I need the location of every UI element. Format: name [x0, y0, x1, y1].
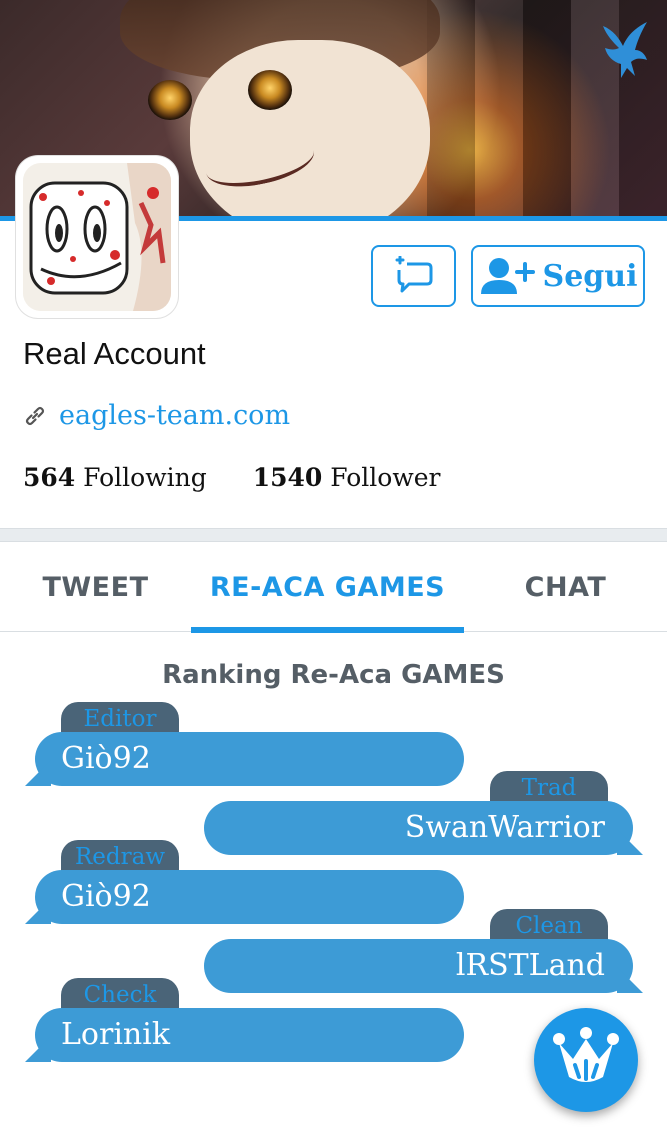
avatar[interactable] — [16, 156, 178, 318]
link-icon — [25, 406, 45, 425]
follow-button[interactable]: Segui — [471, 245, 645, 307]
ranking-bubble[interactable]: SwanWarrior — [204, 801, 633, 855]
crown-icon — [553, 1027, 619, 1082]
ranking-bubble[interactable]: Giò92 — [35, 732, 464, 786]
tab-tweet[interactable]: TWEET — [0, 542, 191, 632]
follow-stats: 564 Following 1540 Follower — [23, 463, 440, 492]
website-url[interactable]: eagles-team.com — [59, 400, 290, 431]
following-stat[interactable]: 564 Following — [23, 463, 207, 492]
following-label: Following — [83, 463, 207, 492]
role-tag: Redraw — [61, 840, 179, 874]
banner-character-eye — [248, 70, 292, 110]
following-count: 564 — [23, 463, 76, 492]
role-tag: Editor — [61, 702, 179, 736]
banner-character-face — [190, 40, 430, 218]
section-divider — [0, 528, 667, 542]
crown-fab-button[interactable] — [534, 1008, 638, 1112]
follower-label: Follower — [330, 463, 441, 492]
active-tab-indicator — [191, 627, 464, 633]
follow-button-label: Segui — [542, 258, 638, 294]
avatar-image — [23, 163, 171, 311]
tab-label: TWEET — [42, 571, 149, 603]
add-user-icon — [480, 258, 535, 294]
tab-label: CHAT — [524, 571, 607, 603]
role-tag: Trad — [490, 771, 608, 805]
new-message-button[interactable] — [371, 245, 456, 307]
ranking-bubble[interactable]: Giò92 — [35, 870, 464, 924]
role-tag: Clean — [490, 909, 608, 943]
follower-count: 1540 — [252, 463, 323, 492]
tab-label: RE-ACA GAMES — [209, 571, 446, 603]
ranking-bubble[interactable]: lRSTLand — [204, 939, 633, 993]
role-tag: Check — [61, 978, 179, 1012]
profile-name: Real Account — [23, 336, 206, 371]
banner-character-eye — [148, 80, 192, 120]
new-message-icon — [395, 256, 432, 293]
eagle-icon — [603, 22, 647, 78]
ranking-title: Ranking Re-Aca GAMES — [162, 660, 505, 690]
follower-stat[interactable]: 1540 Follower — [253, 463, 441, 492]
website-link[interactable]: eagles-team.com — [23, 400, 290, 431]
ranking-bubble[interactable]: Lorinik — [35, 1008, 464, 1062]
tab-re-aca-games[interactable]: RE-ACA GAMES — [191, 542, 464, 633]
tab-chat[interactable]: CHAT — [464, 542, 667, 632]
profile-tabs: TWEET RE-ACA GAMES CHAT — [0, 542, 667, 633]
